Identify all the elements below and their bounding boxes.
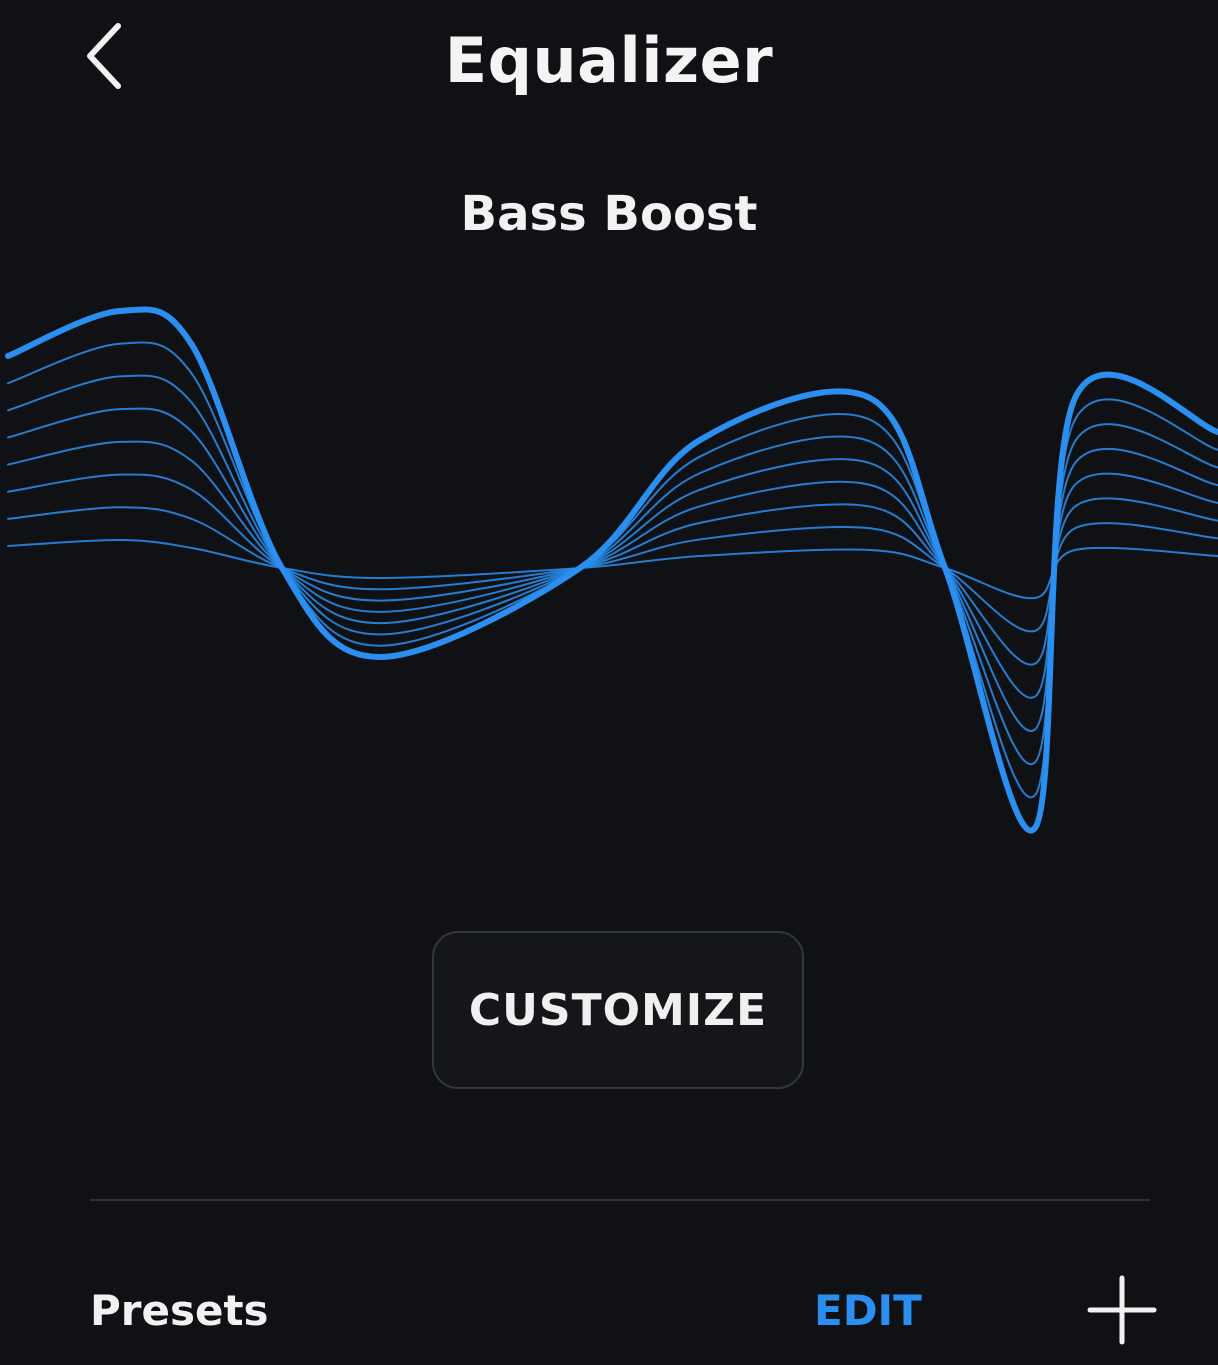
customize-button[interactable]: CUSTOMIZE	[432, 931, 804, 1089]
presets-label: Presets	[90, 1286, 269, 1335]
equalizer-curve-graph	[5, 306, 1218, 834]
eq-curve-active	[5, 306, 1218, 834]
eq-curve-trail	[7, 473, 1218, 666]
preset-name: Bass Boost	[460, 186, 758, 242]
header: Equalizer	[0, 0, 1218, 130]
divider	[90, 1199, 1150, 1201]
eq-curve-trail	[7, 374, 1218, 766]
edit-presets-button[interactable]: EDIT	[814, 1286, 922, 1335]
eq-curve-trail	[7, 440, 1218, 699]
page-title: Equalizer	[444, 24, 774, 97]
plus-icon	[1087, 1275, 1157, 1345]
add-preset-button[interactable]	[1084, 1272, 1160, 1348]
eq-curve-trail	[7, 506, 1218, 633]
eq-curve-trail	[7, 407, 1218, 732]
